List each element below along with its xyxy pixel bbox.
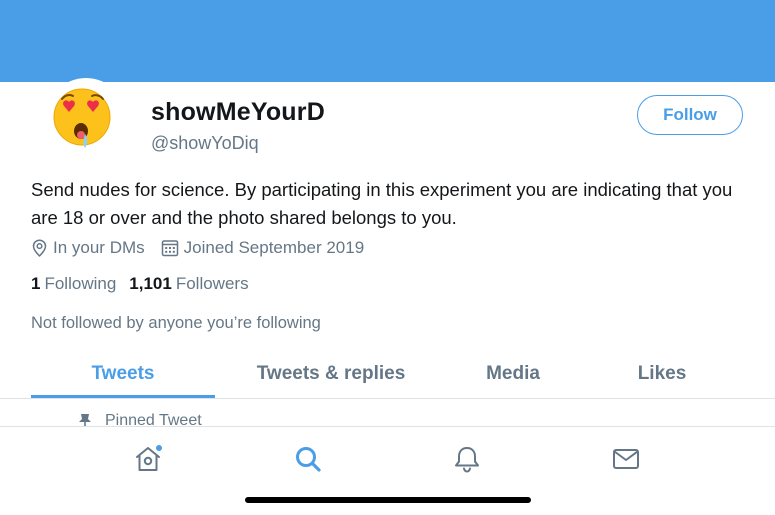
location-pin-icon: [32, 239, 47, 257]
search-icon: [296, 447, 321, 472]
joined-item: Joined September 2019: [161, 238, 365, 258]
avatar[interactable]: [46, 78, 126, 158]
location-item: In your DMs: [31, 238, 145, 258]
tab-likes[interactable]: Likes: [600, 352, 724, 396]
profile-meta: In your DMs Joined September 2019: [31, 237, 380, 259]
nav-notifications[interactable]: [451, 443, 483, 475]
bell-icon: [455, 447, 479, 473]
profile-banner[interactable]: [0, 0, 775, 82]
home-icon: [136, 445, 162, 471]
following-link[interactable]: 1 Following: [31, 274, 116, 294]
nav-messages[interactable]: [610, 443, 642, 475]
following-count: 1: [31, 274, 41, 293]
tab-tweets-replies[interactable]: Tweets & replies: [235, 352, 427, 396]
tab-media[interactable]: Media: [445, 352, 581, 396]
home-indicator-bar[interactable]: [245, 497, 531, 503]
mail-icon: [613, 449, 639, 469]
profile-tabs: Tweets Tweets & replies Media Likes: [0, 352, 775, 399]
calendar-icon: [161, 240, 178, 257]
nav-home[interactable]: [132, 443, 164, 475]
nav-search[interactable]: [292, 443, 324, 475]
followers-link[interactable]: 1,101 Followers: [129, 274, 248, 294]
user-handle: @showYoDiq: [151, 133, 259, 153]
following-label: Following: [44, 274, 117, 293]
joined-text: Joined September 2019: [183, 238, 365, 257]
follow-button[interactable]: Follow: [637, 95, 743, 135]
followers-count: 1,101: [129, 274, 172, 293]
not-followed-notice: Not followed by anyone you’re following: [31, 314, 321, 332]
tabs-divider: [0, 398, 775, 399]
heart-eyes-drool-emoji-icon: [53, 88, 111, 148]
display-name: showMeYourD: [151, 98, 325, 126]
followers-label: Followers: [175, 274, 249, 293]
notification-dot: [156, 445, 162, 451]
profile-bio: Send nudes for science. By participating…: [31, 179, 733, 228]
follow-counts: 1 Following 1,101 Followers: [31, 274, 262, 294]
location-text: In your DMs: [53, 238, 145, 257]
tab-tweets[interactable]: Tweets: [31, 352, 215, 396]
